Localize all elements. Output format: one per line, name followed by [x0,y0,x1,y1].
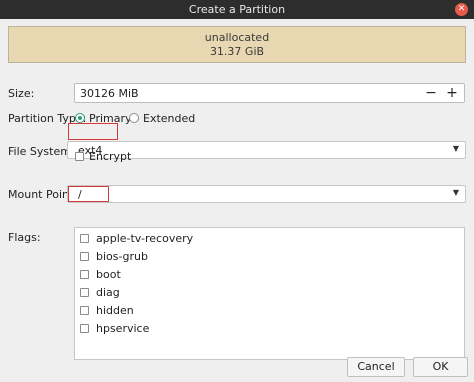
chevron-down-icon: ▼ [452,144,459,153]
size-value[interactable]: 30126 MiB [80,87,139,100]
size-label: Size: [8,87,35,100]
flags-list: apple-tv-recovery bios-grub boot diag hi… [74,227,465,360]
encrypt-label: Encrypt [89,150,132,163]
primary-radio[interactable] [75,113,85,123]
mount-point-combo[interactable]: / ▼ [67,185,466,203]
flag-label: apple-tv-recovery [96,232,194,245]
file-system-label: File System: [8,145,75,158]
partition-size: 31.37 GiB [209,45,265,58]
size-spinbox[interactable]: 30126 MiB − + [74,83,465,103]
flag-checkbox[interactable] [80,306,89,315]
decrement-button[interactable]: − [423,85,439,101]
flag-checkbox[interactable] [80,288,89,297]
flag-item[interactable]: bios-grub [80,249,280,265]
title-bar: Create a Partition ✕ [0,0,474,19]
window-title: Create a Partition [188,3,286,16]
flags-label: Flags: [8,231,41,244]
ok-button[interactable]: OK [413,357,468,377]
flag-checkbox[interactable] [80,234,89,243]
chevron-down-icon: ▼ [452,188,459,197]
flag-label: hidden [96,304,134,317]
extended-label: Extended [143,112,196,125]
cancel-button[interactable]: Cancel [347,357,405,377]
partition-visual: unallocated 31.37 GiB [8,26,466,63]
close-icon[interactable]: ✕ [455,3,468,16]
flag-label: diag [96,286,120,299]
dialog-body: unallocated 31.37 GiB Size: 30126 MiB − … [0,19,474,382]
flag-label: hpservice [96,322,150,335]
highlight-box-file-system [68,123,118,140]
flag-item[interactable]: apple-tv-recovery [80,231,280,247]
flag-label: boot [96,268,121,281]
encrypt-checkbox[interactable] [75,152,84,161]
flag-item[interactable]: diag [80,285,280,301]
extended-radio[interactable] [129,113,139,123]
flag-checkbox[interactable] [80,252,89,261]
flag-item[interactable]: hidden [80,303,280,319]
flag-item[interactable]: boot [80,267,280,283]
flag-item[interactable]: hpservice [80,321,280,337]
increment-button[interactable]: + [444,85,460,101]
flag-checkbox[interactable] [80,270,89,279]
partition-name: unallocated [204,31,270,44]
flag-checkbox[interactable] [80,324,89,333]
flag-label: bios-grub [96,250,148,263]
highlight-box-mount-point [68,186,109,202]
